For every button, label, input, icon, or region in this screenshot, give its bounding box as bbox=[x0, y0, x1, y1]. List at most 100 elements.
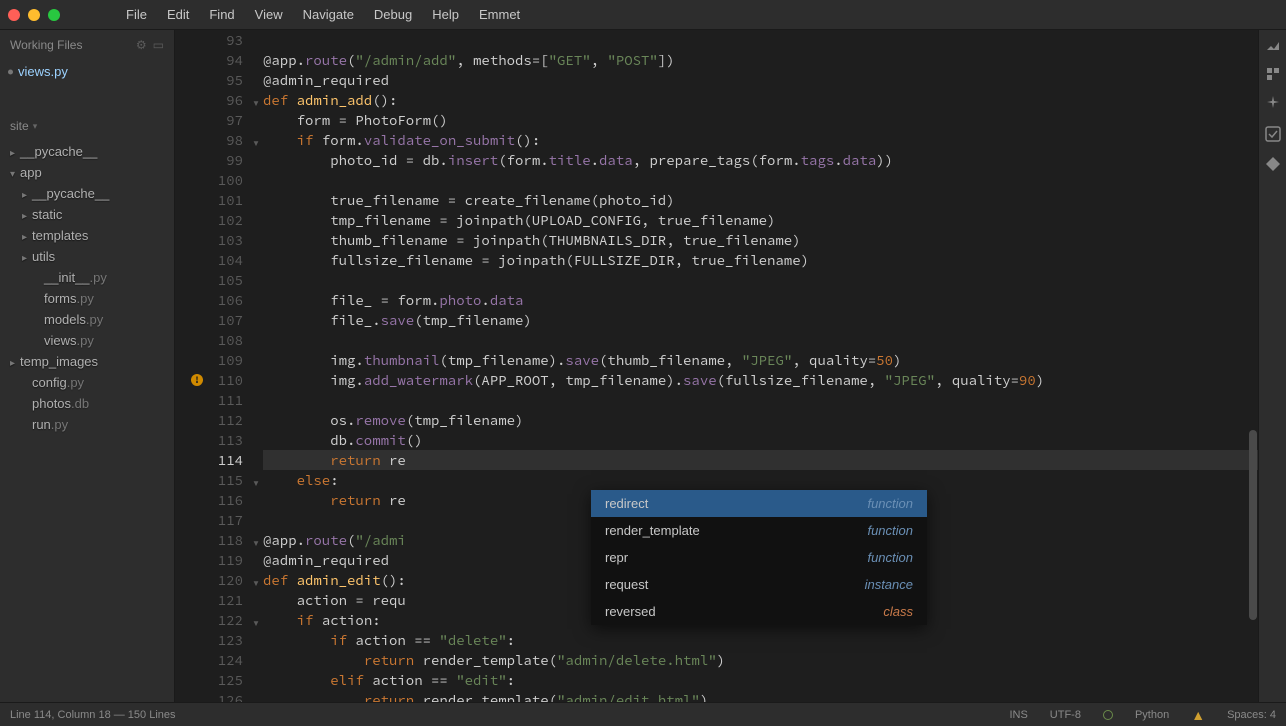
project-root[interactable]: site ▾ bbox=[0, 111, 174, 141]
status-bar: Line 114, Column 18 — 150 Lines INS UTF-… bbox=[0, 702, 1286, 726]
tree-item[interactable]: ▾app bbox=[0, 162, 174, 183]
code-line[interactable]: if action == "delete": bbox=[263, 630, 1258, 650]
tree-item[interactable]: forms.py bbox=[0, 288, 174, 309]
code-line[interactable]: photo_id = db.insert(form.title.data, pr… bbox=[263, 150, 1258, 170]
chart-icon[interactable] bbox=[1265, 36, 1281, 52]
code-line[interactable]: return render_template("admin/edit.html"… bbox=[263, 690, 1258, 702]
autocomplete-item[interactable]: requestinstance bbox=[591, 571, 927, 598]
close-window-icon[interactable] bbox=[8, 9, 20, 21]
menu-debug[interactable]: Debug bbox=[364, 7, 422, 22]
tree-item[interactable]: views.py bbox=[0, 330, 174, 351]
warning-gutter-icon[interactable]: ! bbox=[191, 374, 203, 386]
tree-item-label: forms.py bbox=[44, 291, 94, 306]
project-name: site bbox=[10, 119, 29, 133]
check-icon[interactable] bbox=[1265, 126, 1281, 142]
autocomplete-item[interactable]: reprfunction bbox=[591, 544, 927, 571]
chevron-right-icon: ▸ bbox=[22, 253, 32, 264]
line-number: 101 bbox=[175, 190, 243, 210]
menu-emmet[interactable]: Emmet bbox=[469, 7, 530, 22]
maximize-window-icon[interactable] bbox=[48, 9, 60, 21]
tree-item[interactable]: __init__.py bbox=[0, 267, 174, 288]
code-line[interactable]: file_ = form.photo.data bbox=[263, 290, 1258, 310]
tree-item[interactable]: models.py bbox=[0, 309, 174, 330]
autocomplete-item[interactable]: reversedclass bbox=[591, 598, 927, 625]
tree-item[interactable]: run.py bbox=[0, 414, 174, 435]
code-line[interactable] bbox=[263, 270, 1258, 290]
tree-item[interactable]: photos.db bbox=[0, 393, 174, 414]
indent-mode[interactable]: Spaces: 4 bbox=[1227, 709, 1276, 721]
code-line[interactable]: true_filename = create_filename(photo_id… bbox=[263, 190, 1258, 210]
language-mode[interactable]: Python bbox=[1135, 709, 1169, 721]
code-line[interactable]: return render_template("admin/delete.htm… bbox=[263, 650, 1258, 670]
line-number: 95 bbox=[175, 70, 243, 90]
autocomplete-kind: function bbox=[867, 523, 913, 538]
code-line[interactable]: db.commit() bbox=[263, 430, 1258, 450]
code-line[interactable] bbox=[263, 30, 1258, 50]
autocomplete-popup[interactable]: redirectfunctionrender_templatefunctionr… bbox=[591, 490, 927, 625]
tree-item-label: temp_images bbox=[20, 354, 98, 369]
editor[interactable]: 93949596▼9798▼99100101102103104105106107… bbox=[175, 30, 1258, 702]
code-line[interactable]: else: bbox=[263, 470, 1258, 490]
tree-item[interactable]: ▸__pycache__ bbox=[0, 183, 174, 204]
code-line[interactable]: elif action == "edit": bbox=[263, 670, 1258, 690]
code-line[interactable]: img.add_watermark(APP_ROOT, tmp_filename… bbox=[263, 370, 1258, 390]
menu-help[interactable]: Help bbox=[422, 7, 469, 22]
code-line[interactable]: fullsize_filename = joinpath(FULLSIZE_DI… bbox=[263, 250, 1258, 270]
tree-item[interactable]: config.py bbox=[0, 372, 174, 393]
gear-icon[interactable]: ⚙ bbox=[136, 38, 147, 52]
lint-status-icon[interactable] bbox=[1103, 710, 1113, 720]
line-number: 124 bbox=[175, 650, 243, 670]
line-number: 116 bbox=[175, 490, 243, 510]
code-line[interactable] bbox=[263, 330, 1258, 350]
menu-edit[interactable]: Edit bbox=[157, 7, 199, 22]
fold-icon[interactable]: ▼ bbox=[253, 134, 259, 154]
code-line[interactable]: @admin_required bbox=[263, 70, 1258, 90]
working-file[interactable]: views.py bbox=[0, 60, 174, 83]
code-line[interactable] bbox=[263, 390, 1258, 410]
menu-navigate[interactable]: Navigate bbox=[293, 7, 364, 22]
fold-icon[interactable]: ▼ bbox=[253, 94, 259, 114]
sparkle-icon[interactable] bbox=[1265, 96, 1281, 112]
line-number: 122▼ bbox=[175, 610, 243, 630]
menu-find[interactable]: Find bbox=[199, 7, 244, 22]
fold-icon[interactable]: ▼ bbox=[253, 534, 259, 554]
autocomplete-item[interactable]: redirectfunction bbox=[591, 490, 927, 517]
code-line[interactable]: os.remove(tmp_filename) bbox=[263, 410, 1258, 430]
autocomplete-kind: instance bbox=[865, 577, 913, 592]
tree-item[interactable]: ▸utils bbox=[0, 246, 174, 267]
line-number: 112 bbox=[175, 410, 243, 430]
scrollbar-thumb[interactable] bbox=[1249, 430, 1257, 620]
tree-item[interactable]: ▸static bbox=[0, 204, 174, 225]
tree-item-label: photos.db bbox=[32, 396, 89, 411]
tag-icon[interactable] bbox=[1265, 156, 1281, 172]
tree-item[interactable]: ▸templates bbox=[0, 225, 174, 246]
code-line[interactable]: return re bbox=[263, 450, 1258, 470]
code-line[interactable]: form = PhotoForm() bbox=[263, 110, 1258, 130]
autocomplete-item[interactable]: render_templatefunction bbox=[591, 517, 927, 544]
tree-item[interactable]: ▸temp_images bbox=[0, 351, 174, 372]
code-line[interactable]: if form.validate_on_submit(): bbox=[263, 130, 1258, 150]
tree-item[interactable]: ▸__pycache__ bbox=[0, 141, 174, 162]
menu-view[interactable]: View bbox=[245, 7, 293, 22]
fold-icon[interactable]: ▼ bbox=[253, 574, 259, 594]
fold-icon[interactable]: ▼ bbox=[253, 474, 259, 494]
code-line[interactable]: file_.save(tmp_filename) bbox=[263, 310, 1258, 330]
code-line[interactable]: img.thumbnail(tmp_filename).save(thumb_f… bbox=[263, 350, 1258, 370]
tree-item-label: __pycache__ bbox=[20, 144, 97, 159]
encoding[interactable]: UTF-8 bbox=[1050, 709, 1081, 721]
warning-icon[interactable]: ▲ bbox=[1191, 707, 1205, 723]
code-line[interactable]: thumb_filename = joinpath(THUMBNAILS_DIR… bbox=[263, 230, 1258, 250]
insert-mode[interactable]: INS bbox=[1009, 709, 1027, 721]
menu-file[interactable]: File bbox=[116, 7, 157, 22]
code-line[interactable]: tmp_filename = joinpath(UPLOAD_CONFIG, t… bbox=[263, 210, 1258, 230]
code-line[interactable]: def admin_add(): bbox=[263, 90, 1258, 110]
panel-icon[interactable]: ▭ bbox=[153, 38, 164, 52]
minimize-window-icon[interactable] bbox=[28, 9, 40, 21]
vertical-scrollbar[interactable] bbox=[1248, 30, 1258, 702]
extensions-icon[interactable] bbox=[1265, 66, 1281, 82]
fold-icon[interactable]: ▼ bbox=[253, 614, 259, 634]
code-line[interactable]: @app.route("/admin/add", methods=["GET",… bbox=[263, 50, 1258, 70]
line-number: 93 bbox=[175, 30, 243, 50]
working-files-title: Working Files bbox=[10, 38, 82, 52]
code-line[interactable] bbox=[263, 170, 1258, 190]
